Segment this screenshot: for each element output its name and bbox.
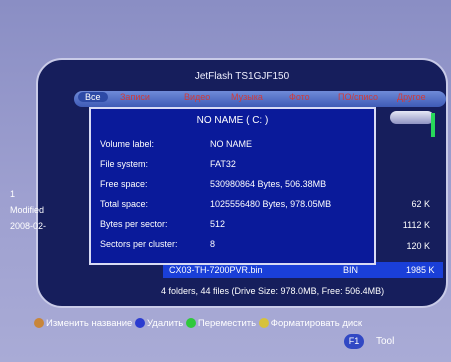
free-space-label: Free space: — [100, 179, 148, 189]
blue-dot-icon — [134, 318, 145, 328]
volume-label-value: NO NAME — [210, 139, 253, 149]
tab-video[interactable]: Видео — [184, 92, 210, 102]
sectors-per-cluster-label: Sectors per cluster: — [100, 239, 178, 249]
tab-recordings[interactable]: Записи — [120, 92, 150, 102]
orange-dot-icon — [34, 318, 44, 328]
bytes-per-sector-label: Bytes per sector: — [100, 219, 168, 229]
file-size: 62 K — [411, 199, 430, 209]
tab-all[interactable]: Все — [78, 92, 108, 102]
tab-software[interactable]: ПО/списо — [338, 92, 378, 102]
file-details: 1 Modified 2008-02- — [10, 186, 46, 234]
device-title: JetFlash TS1GJF150 — [194, 71, 290, 82]
move-action[interactable]: Переместить — [185, 318, 259, 329]
file-size: 1112 K — [402, 220, 430, 230]
file-size: 120 K — [406, 241, 430, 251]
tab-photo[interactable]: Фото — [289, 92, 310, 102]
rename-action[interactable]: Изменить название — [34, 318, 135, 329]
tab-other[interactable]: Другое — [397, 92, 426, 102]
file-size-list: 62 K 1112 K 120 K — [380, 199, 430, 262]
dialog-title: NO NAME ( C: ) — [196, 115, 269, 126]
modified-date: 2008-02- — [10, 221, 47, 231]
delete-action[interactable]: Удалить — [134, 318, 186, 329]
tool-label: Tool — [376, 336, 395, 347]
color-key-legend: Изменить название Удалить Переместить Фо… — [34, 318, 362, 329]
scrollbar-thumb[interactable] — [390, 111, 434, 124]
free-space-value: 530980864 Bytes, 506.38MB — [210, 179, 327, 189]
total-space-value: 1025556480 Bytes, 978.05MB — [210, 199, 332, 209]
drive-info-dialog: NO NAME ( C: ) Volume label: NO NAME Fil… — [89, 107, 376, 265]
file-system-label: File system: — [100, 159, 149, 169]
file-system-value: FAT32 — [210, 159, 236, 169]
total-space-label: Total space: — [100, 199, 149, 209]
volume-label-label: Volume label: — [100, 139, 155, 149]
format-action[interactable]: Форматировать диск — [258, 318, 362, 329]
green-dot-icon — [185, 318, 196, 328]
yellow-dot-icon — [258, 318, 269, 328]
sectors-per-cluster-value: 8 — [210, 239, 216, 249]
tab-music[interactable]: Музыка — [231, 92, 263, 102]
item-index: 1 — [10, 189, 16, 199]
file-size: 1985 K — [406, 265, 435, 275]
scroll-indicator — [431, 113, 435, 137]
category-tabs: Все Записи Видео Музыка Фото ПО/списо Др… — [74, 91, 446, 107]
modified-label: Modified — [10, 205, 45, 215]
f1-key-icon[interactable]: F1 — [344, 334, 364, 349]
bytes-per-sector-value: 512 — [210, 219, 226, 229]
drive-summary: 4 folders, 44 files (Drive Size: 978.0MB… — [161, 286, 385, 296]
